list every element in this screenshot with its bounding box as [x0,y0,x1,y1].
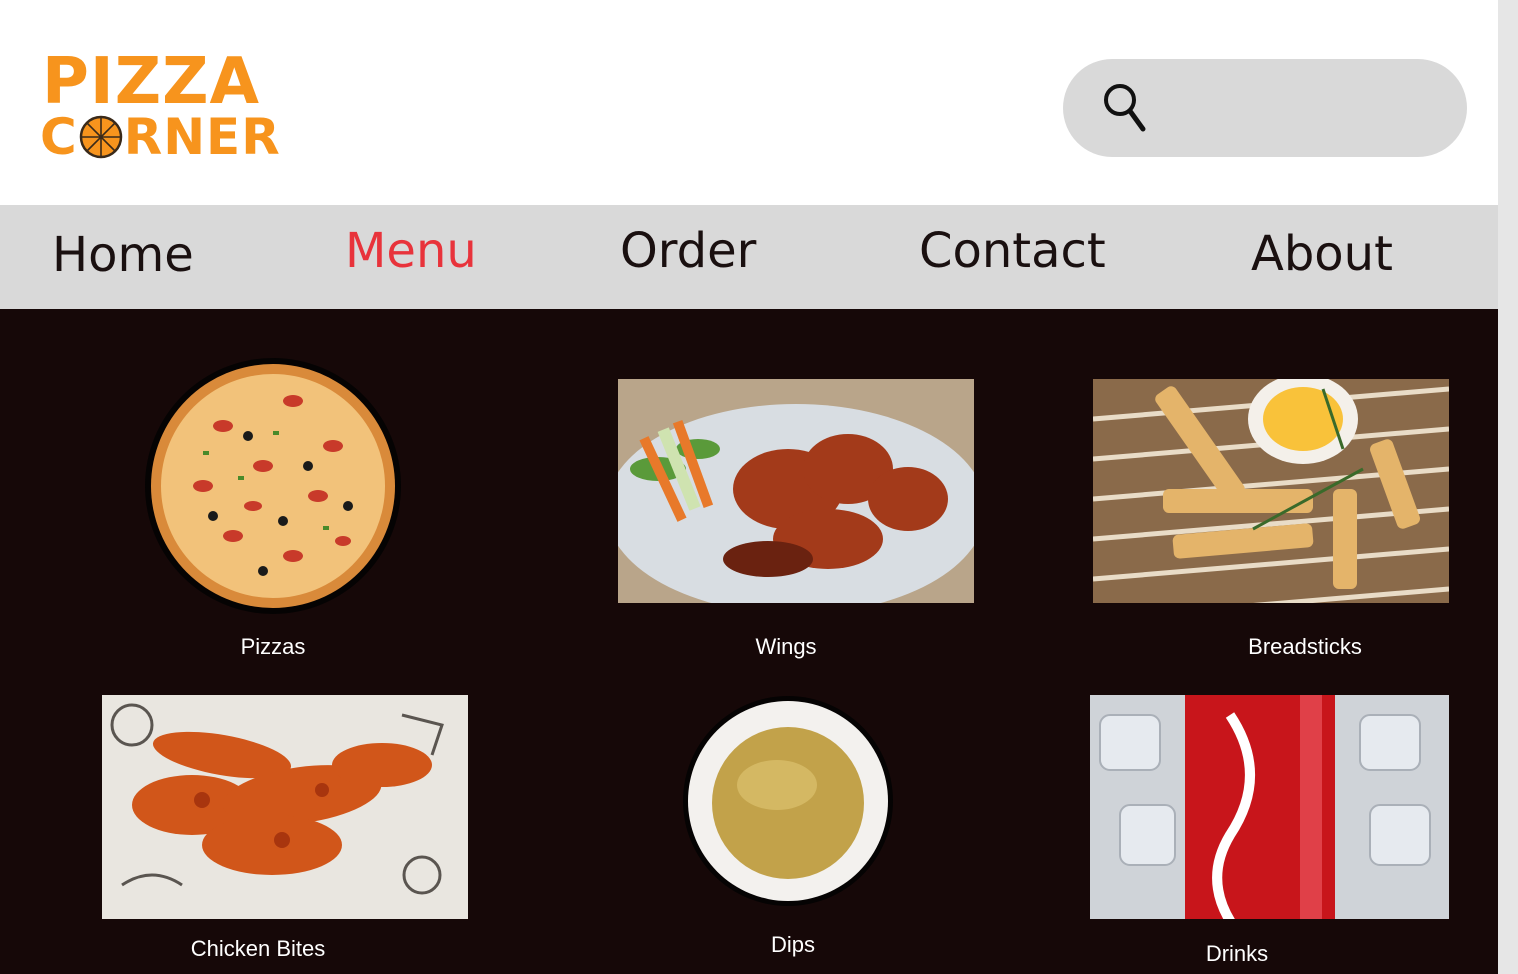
logo-line-2: C RNER [40,112,281,162]
wings-image[interactable] [618,379,974,603]
pizza-slice-icon [79,115,122,159]
scrollbar[interactable] [1498,0,1518,974]
category-label: Dips [770,932,815,957]
main-nav: Home Menu Order Contact About [0,205,1498,309]
nav-order[interactable]: Order [620,227,756,275]
chicken-bites-image[interactable] [102,695,468,919]
breadsticks-image[interactable] [1093,379,1449,603]
header: PIZZA C RNER [0,0,1498,205]
menu-grid: Pizzas Wings Breadsticks Chicken Bites D… [0,309,1498,974]
nav-contact[interactable]: Contact [919,227,1106,275]
logo-line-1: PIZZA [42,45,261,119]
category-label: Wings [755,634,817,659]
page: PIZZA C RNER Home Menu Order Contact Abo… [0,0,1498,974]
dips-image[interactable] [682,695,894,907]
search-icon[interactable] [1101,81,1149,135]
logo[interactable]: PIZZA C RNER [38,48,320,164]
pizza-image[interactable] [143,356,403,616]
nav-menu[interactable]: Menu [345,227,477,275]
category-label: Chicken Bites [190,936,326,961]
category-label: Drinks [1205,941,1269,966]
drinks-image[interactable] [1090,695,1449,919]
search-input[interactable] [1163,83,1437,135]
search-bar[interactable] [1063,59,1467,157]
nav-home[interactable]: Home [52,231,194,279]
logo-line-2-start: C [40,108,78,166]
category-label: Breadsticks [1248,634,1362,659]
nav-about[interactable]: About [1251,230,1393,278]
category-label: Pizzas [240,634,306,659]
logo-line-2-end: RNER [123,108,281,166]
